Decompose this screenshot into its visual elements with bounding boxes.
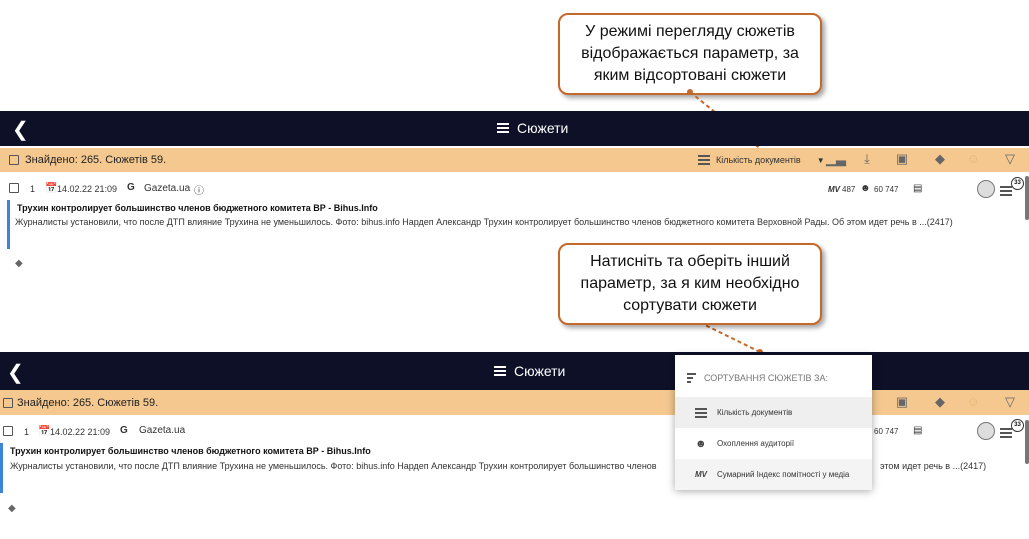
story-headline[interactable]: Трухин контролирует большинство членов б… [10, 446, 371, 456]
mv-label: MV [828, 185, 840, 194]
story-headline[interactable]: Трухин контролирует большинство членов б… [17, 203, 378, 213]
story-index: 1 [30, 184, 36, 194]
page-title: Сюжети [497, 120, 568, 136]
select-all-checkbox[interactable] [3, 398, 13, 408]
audience-value: 60 747 [874, 427, 899, 436]
tag-icon[interactable]: ◆ [15, 258, 23, 269]
sort-dropdown: СОРТУВАННЯ СЮЖЕТІВ ЗА: Кількість докумен… [675, 355, 872, 490]
top-app-header: ❮ Сюжети [0, 111, 1029, 146]
count-badge: 33 [1011, 177, 1024, 190]
callout-sort-change: Натисніть та оберіть інший параметр, за … [558, 243, 822, 325]
tag-icon[interactable]: ◆ [8, 503, 16, 514]
story-snippet-left: Журналисты установили, что после ДТП вли… [10, 461, 657, 471]
bottom-app-header: ❮ Сюжети [0, 352, 1029, 390]
callout-bottom-line3: сортувати сюжети [623, 297, 757, 314]
sort-selector[interactable]: Кількість документів ▼ [698, 153, 825, 167]
sort-list-icon [698, 153, 710, 167]
callout-sort-display: У режимі перегляду сюжетів відображаєтьс… [558, 13, 822, 95]
avatar[interactable] [977, 422, 995, 440]
document-icon[interactable]: ▤ [913, 183, 922, 194]
story-index: 1 [24, 427, 30, 437]
sort-icon [687, 371, 696, 385]
source-name[interactable]: Gazeta.ua [139, 425, 185, 436]
callout-top-line3: яким відсортовані сюжети [593, 67, 787, 84]
chart-icon[interactable]: ▁▃ [826, 152, 846, 166]
people-icon: ☻ [695, 437, 707, 450]
sort-option-audience[interactable]: ☻ Охоплення аудиторії [675, 428, 872, 459]
save-icon[interactable]: ▣ [895, 152, 909, 166]
sentiment-icon[interactable]: ☺ [966, 152, 980, 166]
list-icon [497, 121, 509, 135]
callout-bottom-line2: параметр, за я ким необхідно [580, 275, 800, 292]
count-badge: 33 [1011, 419, 1024, 432]
scrollbar[interactable] [1025, 420, 1029, 464]
sort-selector-label: Кількість документів [716, 155, 801, 165]
info-icon[interactable]: ⓘ [194, 182, 204, 197]
back-icon[interactable]: ❮ [12, 117, 29, 142]
save-icon[interactable]: ▣ [895, 395, 909, 409]
avatar[interactable] [977, 180, 995, 198]
sort-option-label: Охоплення аудиторії [717, 439, 795, 448]
story-checkbox[interactable] [9, 183, 19, 193]
source-name[interactable]: Gazeta.ua [144, 183, 190, 194]
callout-top-line1: У режимі перегляду сюжетів [585, 23, 795, 40]
source-logo: G [120, 425, 128, 436]
accent-bar [0, 443, 3, 493]
filter-icon[interactable]: ▽ [1003, 395, 1017, 409]
filter-icon[interactable]: ▽ [1003, 152, 1017, 166]
sort-option-label: Кількість документів [717, 408, 793, 417]
scrollbar[interactable] [1025, 176, 1029, 220]
story-datetime: 14.02.22 21:09 [50, 427, 111, 437]
menu-icon[interactable] [1000, 426, 1012, 440]
chevron-down-icon: ▼ [816, 155, 825, 165]
list-icon [695, 406, 707, 420]
tag-icon[interactable]: ◆ [933, 152, 947, 166]
calendar-icon: 📅 [45, 183, 58, 194]
callout-top-line2: відображається параметр, за [581, 45, 799, 62]
sort-option-label: Сумарний Індекс помітності у медіа [717, 470, 850, 479]
story-snippet: Журналисты установили, что после ДТП вли… [15, 217, 953, 227]
found-count: Знайдено: 265. Сюжетів 59. [17, 397, 159, 409]
sort-option-mv-index[interactable]: MV Сумарний Індекс помітності у медіа [675, 459, 872, 490]
page-title-text: Сюжети [514, 363, 566, 379]
audience-value: 60 747 [874, 185, 899, 194]
audience-icon: ☻ [860, 183, 871, 194]
story-checkbox[interactable] [3, 426, 13, 436]
back-icon[interactable]: ❮ [7, 360, 24, 385]
story-datetime: 14.02.22 21:09 [57, 184, 118, 194]
sentiment-icon[interactable]: ☺ [966, 395, 980, 409]
menu-icon[interactable] [1000, 184, 1012, 198]
sort-dropdown-title: СОРТУВАННЯ СЮЖЕТІВ ЗА: [704, 373, 828, 383]
sort-dropdown-header: СОРТУВАННЯ СЮЖЕТІВ ЗА: [675, 355, 872, 397]
mv-icon: MV [695, 470, 707, 479]
top-filter-bar: Знайдено: 265. Сюжетів 59. Кількість док… [0, 148, 1029, 172]
mv-value: 487 [842, 185, 856, 194]
download-icon[interactable]: ⤓ [860, 152, 874, 166]
list-icon [494, 364, 506, 378]
source-logo: G [127, 182, 135, 193]
select-all-checkbox[interactable] [9, 155, 19, 165]
page-title-text: Сюжети [517, 120, 569, 136]
found-count: Знайдено: 265. Сюжетів 59. [25, 154, 167, 166]
accent-bar [7, 200, 10, 249]
tag-icon[interactable]: ◆ [933, 395, 947, 409]
calendar-icon: 📅 [38, 426, 51, 437]
callout-connectors [687, 89, 763, 355]
callout-bottom-line1: Натисніть та оберіть інший [590, 253, 790, 270]
document-icon[interactable]: ▤ [913, 425, 922, 436]
bottom-filter-bar: Знайдено: 265. Сюжетів 59. ▣ ◆ ☺ ▽ [0, 390, 1029, 415]
sort-option-documents[interactable]: Кількість документів [675, 397, 872, 428]
story-snippet-right: этом идет речь в ...(2417) [880, 461, 987, 471]
page-title: Сюжети [494, 363, 565, 379]
